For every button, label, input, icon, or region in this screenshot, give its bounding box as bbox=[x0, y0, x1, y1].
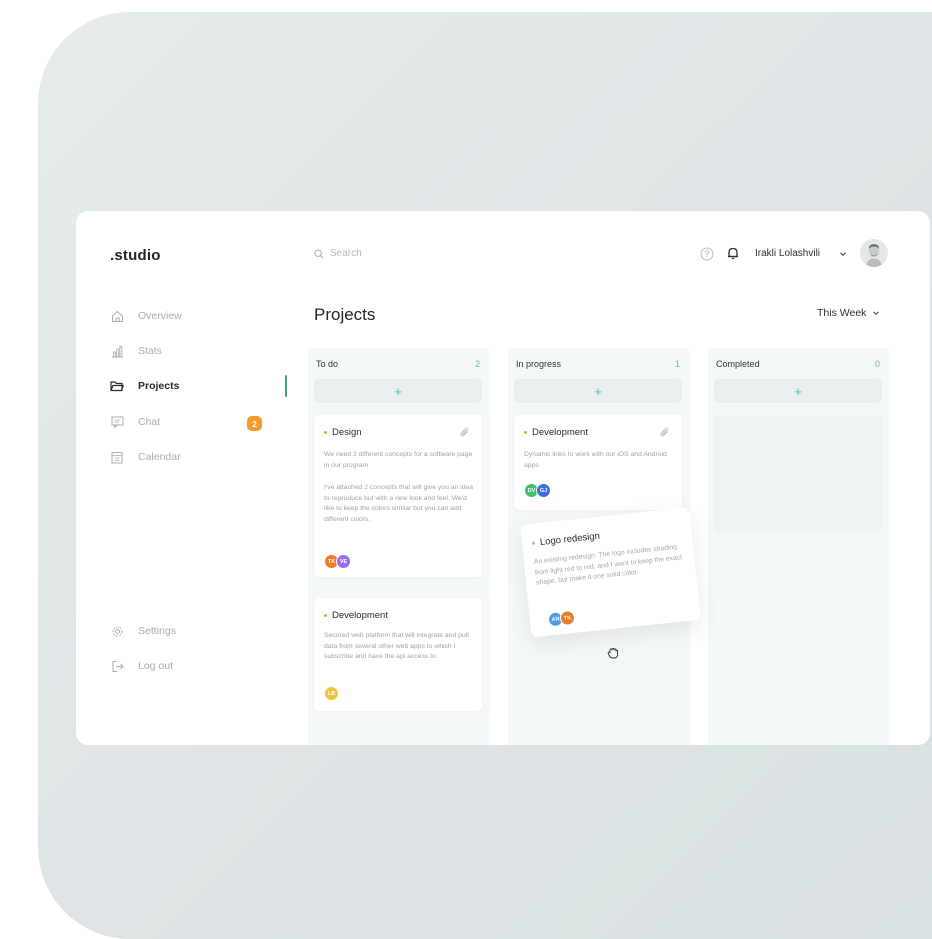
sidebar-item-calendar[interactable]: Calendar bbox=[110, 447, 270, 467]
assignee-avatar: TK bbox=[559, 609, 576, 627]
column-title: Completed bbox=[716, 359, 760, 369]
card-description: An existing redesign. The logo includes … bbox=[533, 543, 683, 587]
calendar-icon bbox=[110, 450, 124, 464]
folder-icon bbox=[110, 379, 124, 393]
priority-dot bbox=[324, 614, 327, 617]
sidebar-item-chat[interactable]: Chat bbox=[110, 412, 270, 432]
task-card[interactable]: Development Dynamic links to work with o… bbox=[514, 415, 682, 510]
user-name[interactable]: Irakli Lolashvili bbox=[755, 248, 820, 259]
chat-badge: 2 bbox=[247, 416, 262, 431]
column-title: In progress bbox=[516, 359, 562, 369]
priority-dot bbox=[524, 431, 527, 434]
chevron-down-icon bbox=[873, 311, 880, 316]
sidebar-item-label: Projects bbox=[138, 380, 180, 392]
card-title: Development bbox=[524, 427, 588, 438]
card-description: Dynamic links to work with our iOS and A… bbox=[524, 451, 667, 469]
bell-icon[interactable] bbox=[726, 246, 740, 261]
logout-icon bbox=[110, 659, 124, 673]
paperclip-icon[interactable] bbox=[659, 426, 670, 438]
gear-icon bbox=[110, 624, 124, 638]
stats-icon bbox=[110, 344, 124, 358]
search-bar[interactable]: Search bbox=[314, 248, 362, 259]
main-content: Search Irakli Lolashvili Projects This W… bbox=[288, 211, 930, 745]
date-range-select[interactable]: This Week bbox=[817, 307, 880, 319]
add-card-button[interactable]: + bbox=[714, 379, 882, 403]
sidebar: .studio Overview Stats Projects Chat 2 C… bbox=[76, 211, 288, 745]
card-title: Development bbox=[324, 610, 388, 621]
assignee-avatar: GJ bbox=[536, 483, 551, 498]
card-description: We need 2 different concepts for a softw… bbox=[324, 451, 473, 469]
column-count: 1 bbox=[674, 359, 680, 369]
card-description: I've attached 2 concepts that will give … bbox=[324, 484, 474, 523]
add-card-button[interactable]: + bbox=[314, 379, 482, 403]
dragged-task-card[interactable]: Logo redesign An existing redesign. The … bbox=[520, 507, 701, 638]
column-todo: To do 2 + Design We need 2 different con… bbox=[308, 348, 490, 745]
card-title-text: Logo redesign bbox=[539, 530, 601, 548]
card-title: Logo redesign bbox=[531, 531, 600, 549]
avatar-portrait-icon bbox=[860, 239, 888, 267]
search-icon bbox=[314, 248, 324, 258]
column-title: To do bbox=[316, 359, 339, 369]
chevron-down-icon[interactable] bbox=[839, 250, 847, 258]
sidebar-item-projects[interactable]: Projects bbox=[110, 376, 270, 396]
task-card[interactable]: Design We need 2 different concepts for … bbox=[314, 415, 482, 577]
sidebar-item-label: Settings bbox=[138, 625, 176, 637]
sidebar-item-stats[interactable]: Stats bbox=[110, 341, 270, 361]
card-title-text: Development bbox=[332, 610, 388, 621]
add-card-button[interactable]: + bbox=[514, 379, 682, 403]
sidebar-item-label: Overview bbox=[138, 310, 182, 322]
task-card[interactable]: Development Secured web platform that wi… bbox=[314, 598, 482, 711]
active-indicator bbox=[285, 375, 287, 397]
sidebar-item-label: Chat bbox=[138, 416, 161, 428]
help-icon[interactable] bbox=[700, 247, 714, 261]
paperclip-icon[interactable] bbox=[459, 426, 470, 438]
user-avatar[interactable] bbox=[860, 239, 888, 267]
column-count: 0 bbox=[874, 359, 880, 369]
home-icon bbox=[110, 309, 124, 323]
card-title-text: Development bbox=[532, 427, 588, 438]
sidebar-item-label: Log out bbox=[138, 660, 174, 672]
sidebar-item-label: Calendar bbox=[138, 451, 181, 463]
grab-cursor-icon bbox=[607, 648, 619, 659]
sidebar-item-settings[interactable]: Settings bbox=[110, 621, 270, 641]
sidebar-item-logout[interactable]: Log out bbox=[110, 656, 270, 676]
priority-dot bbox=[531, 541, 536, 545]
search-input[interactable]: Search bbox=[330, 248, 362, 259]
drop-placeholder[interactable] bbox=[714, 415, 882, 533]
chat-icon bbox=[110, 415, 124, 429]
card-description: Secured web platform that will integrate… bbox=[324, 632, 469, 660]
sidebar-item-overview[interactable]: Overview bbox=[110, 306, 270, 326]
date-range-label: This Week bbox=[817, 307, 867, 319]
card-title: Design bbox=[324, 427, 362, 438]
column-completed: Completed 0 + bbox=[708, 348, 890, 745]
app-window: .studio Overview Stats Projects Chat 2 C… bbox=[76, 211, 930, 745]
priority-dot bbox=[324, 431, 327, 434]
page-title: Projects bbox=[314, 305, 376, 324]
assignee-avatar: VE bbox=[336, 554, 351, 569]
sidebar-item-label: Stats bbox=[138, 345, 162, 357]
assignee-avatar: LB bbox=[324, 686, 339, 701]
column-count: 2 bbox=[474, 359, 480, 369]
card-title-text: Design bbox=[332, 427, 362, 438]
app-logo: .studio bbox=[110, 247, 161, 264]
